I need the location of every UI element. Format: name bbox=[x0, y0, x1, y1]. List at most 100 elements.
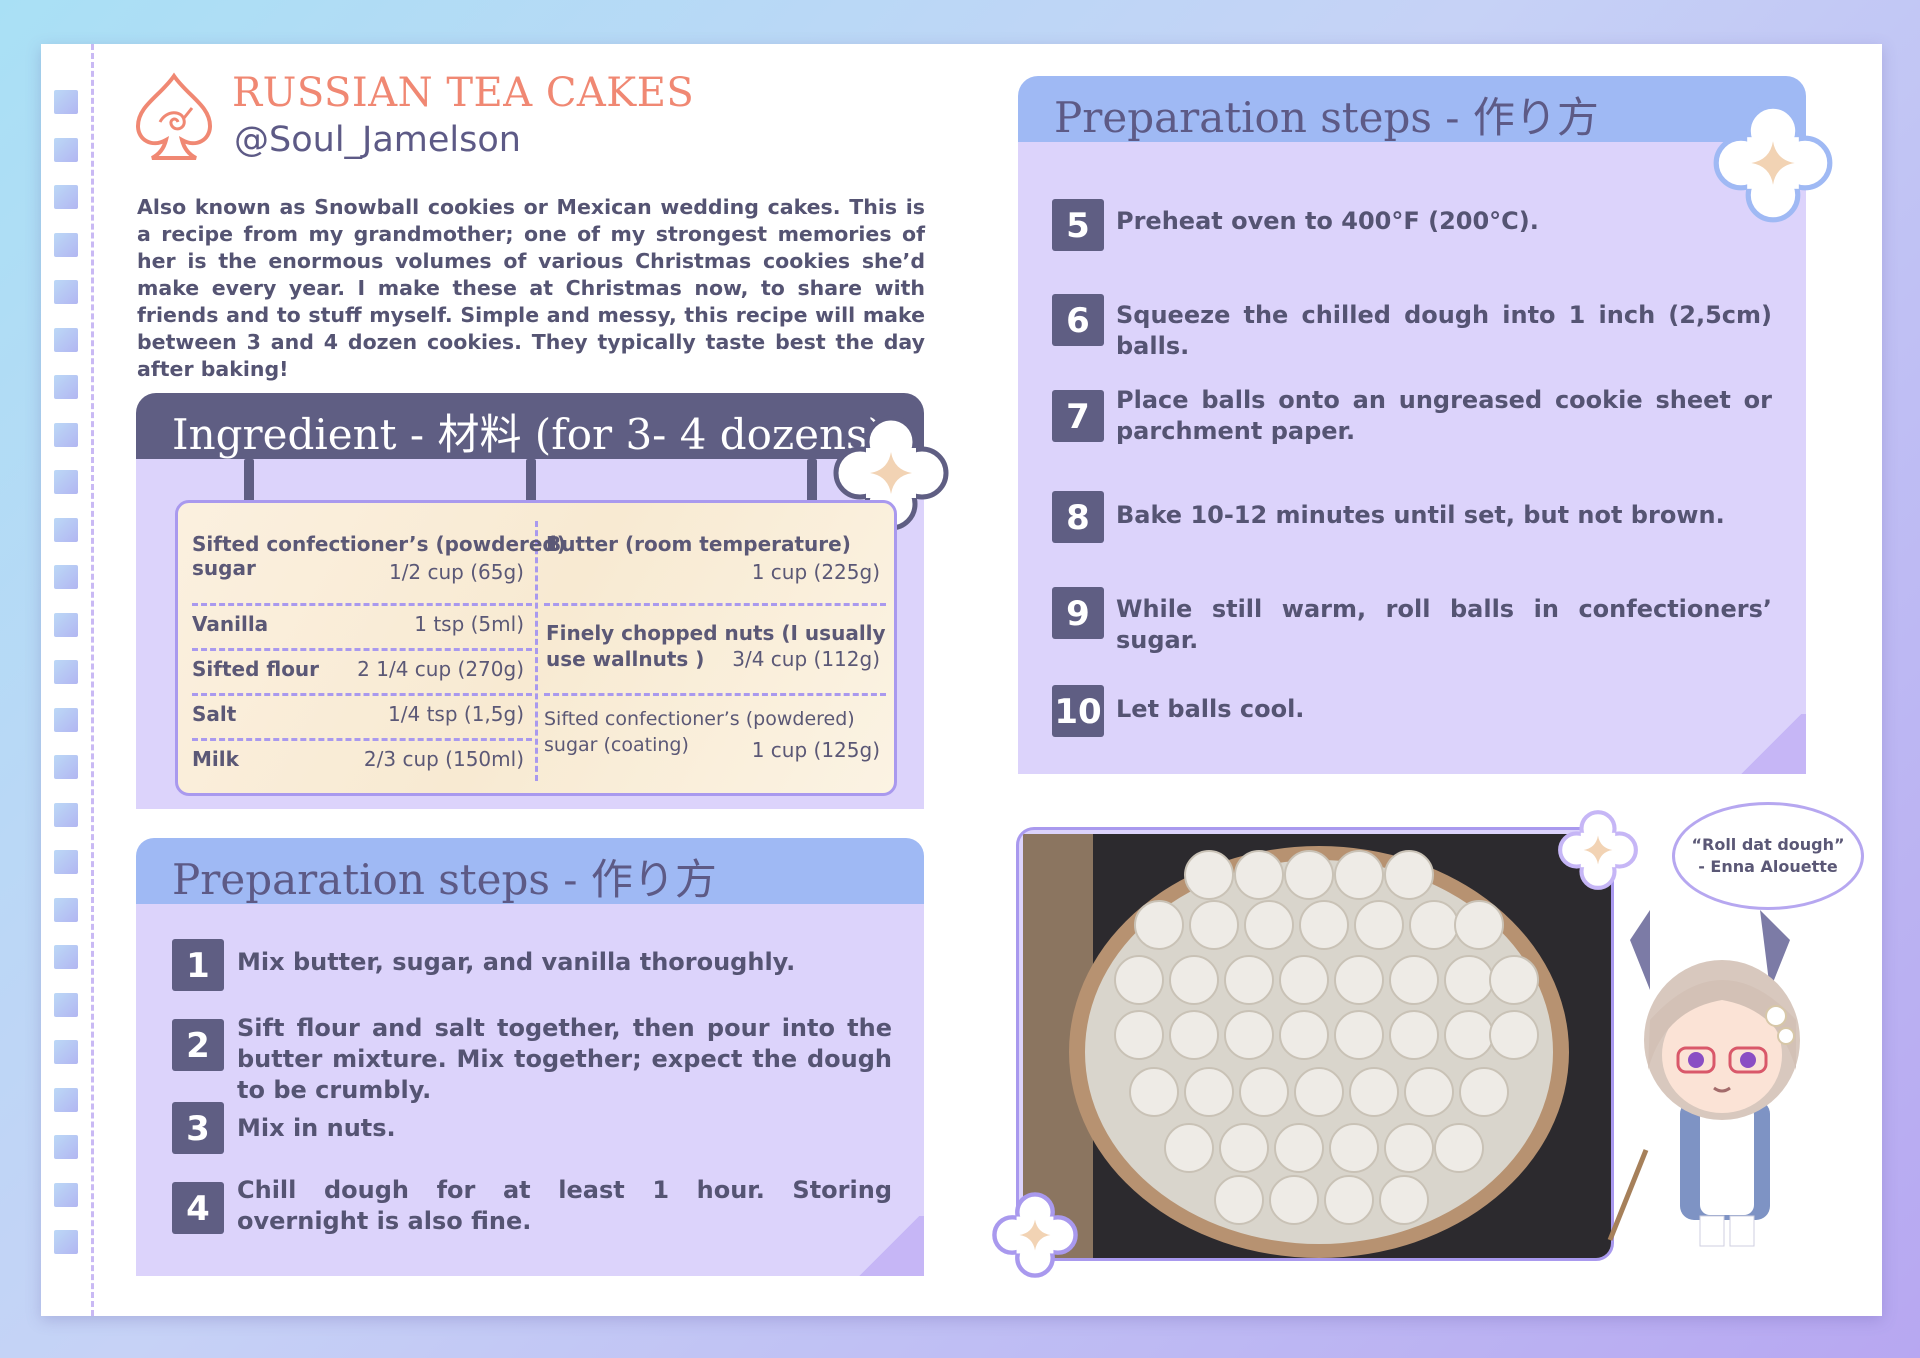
binding-hole bbox=[54, 280, 78, 304]
cookie-ball bbox=[1324, 1175, 1374, 1225]
cookie-ball bbox=[1129, 1067, 1179, 1117]
cookie-ball bbox=[1384, 850, 1434, 900]
ingredient-card: Sifted confectioner’s (powdered) sugar 1… bbox=[175, 500, 897, 796]
binding-hole bbox=[54, 185, 78, 209]
binding-hole bbox=[54, 1135, 78, 1159]
step-text: Let balls cool. bbox=[1116, 695, 1305, 723]
binding-hole bbox=[54, 470, 78, 494]
ingredient-name: Finely chopped nuts (I usually bbox=[546, 621, 886, 645]
ingredient-amount: 1 cup (225g) bbox=[751, 560, 880, 584]
step-number: 9 bbox=[1052, 587, 1104, 639]
binding-hole bbox=[54, 1230, 78, 1254]
cookie-ball bbox=[1334, 955, 1384, 1005]
ingredient-amount: 2 1/4 cup (270g) bbox=[357, 657, 524, 681]
binding-hole bbox=[54, 612, 78, 637]
ingredient-rule bbox=[192, 693, 532, 696]
step-number: 6 bbox=[1052, 294, 1104, 346]
cookie-ball bbox=[1184, 1067, 1234, 1117]
ingredient-amount: 1/2 cup (65g) bbox=[388, 560, 524, 584]
author-handle: @Soul_Jamelson bbox=[234, 120, 521, 160]
binding-hole bbox=[54, 565, 78, 589]
binding-hole bbox=[54, 375, 78, 399]
cookie-ball bbox=[1274, 1123, 1324, 1173]
cookie-ball bbox=[1114, 1010, 1164, 1060]
binding-hole bbox=[54, 897, 78, 922]
cookie-ball bbox=[1489, 955, 1539, 1005]
cookie-ball bbox=[1234, 850, 1284, 900]
recipe-title: RUSSIAN TEA CAKES bbox=[232, 70, 695, 116]
cookie-ball bbox=[1444, 955, 1494, 1005]
step-number: 2 bbox=[172, 1019, 224, 1071]
step-text: Mix in nuts. bbox=[237, 1114, 396, 1142]
cookie-ball bbox=[1189, 900, 1239, 950]
ingredient-name: sugar (coating) bbox=[544, 734, 689, 756]
bubble-attribution: - Enna Alouette bbox=[1698, 857, 1838, 876]
cookie-ball bbox=[1444, 1010, 1494, 1060]
step-text: Preheat oven to 400°F (200°C). bbox=[1116, 207, 1539, 235]
binding-hole bbox=[54, 1040, 78, 1064]
ingredient-rule bbox=[192, 738, 532, 741]
cookie-ball bbox=[1114, 955, 1164, 1005]
binding-hole bbox=[54, 422, 78, 447]
cookie-ball bbox=[1329, 1123, 1379, 1173]
cookie-ball bbox=[1434, 1123, 1484, 1173]
ingredient-rule bbox=[192, 603, 532, 606]
step-text: While still warm, roll balls in confecti… bbox=[1116, 595, 1772, 654]
binding-hole bbox=[54, 137, 78, 162]
flower-icon bbox=[992, 1192, 1078, 1278]
cookie-ball bbox=[1384, 1123, 1434, 1173]
ingredient-amount: 1 cup (125g) bbox=[751, 738, 880, 762]
cookie-ball bbox=[1294, 1067, 1344, 1117]
binding-hole bbox=[54, 232, 78, 257]
step-number: 7 bbox=[1052, 390, 1104, 442]
binding-hole bbox=[54, 1087, 78, 1112]
cookie-ball bbox=[1279, 1010, 1329, 1060]
intro-paragraph: Also known as Snowball cookies or Mexica… bbox=[137, 195, 925, 381]
ingredient-amount: 3/4 cup (112g) bbox=[732, 647, 880, 671]
cookie-ball bbox=[1389, 955, 1439, 1005]
cookie-ball bbox=[1389, 1010, 1439, 1060]
cookie-ball bbox=[1379, 1175, 1429, 1225]
binding-hole bbox=[54, 802, 78, 827]
cookie-ball bbox=[1164, 1123, 1214, 1173]
cookie-ball bbox=[1184, 850, 1234, 900]
ingredient-name: Sifted confectioner’s (powdered) bbox=[544, 708, 855, 730]
cookie-ball bbox=[1134, 900, 1184, 950]
cookie-ball bbox=[1224, 1010, 1274, 1060]
step-text: Squeeze the chilled dough into 1 inch (2… bbox=[1116, 301, 1772, 360]
cookie-ball bbox=[1349, 1067, 1399, 1117]
cookie-photo bbox=[1016, 827, 1614, 1261]
ingredient-name: Vanilla bbox=[192, 612, 269, 636]
cookie-ball bbox=[1214, 1175, 1264, 1225]
step-number: 5 bbox=[1052, 199, 1104, 251]
spade-logo-icon bbox=[135, 72, 213, 160]
cookie-ball bbox=[1409, 900, 1459, 950]
ingredient-name: Milk bbox=[192, 747, 239, 771]
speech-bubble: “Roll dat dough” - Enna Alouette bbox=[1672, 802, 1864, 910]
binding-hole bbox=[54, 517, 78, 542]
cookie-plate-image bbox=[1023, 834, 1611, 1258]
binding-hole bbox=[54, 90, 78, 114]
cookie-ball bbox=[1244, 900, 1294, 950]
ingredient-rule bbox=[544, 603, 886, 606]
cookie-ball bbox=[1299, 900, 1349, 950]
ingredient-divider bbox=[535, 521, 538, 781]
ingredient-name: use wallnuts ) bbox=[546, 647, 705, 671]
step-text: Place balls onto an ungreased cookie she… bbox=[1116, 386, 1772, 445]
step-text: Sift flour and salt together, then pour … bbox=[237, 1014, 892, 1104]
cookie-ball bbox=[1334, 850, 1384, 900]
ingredient-heading: Ingredient - 材料 (for 3- 4 dozens) bbox=[172, 410, 884, 459]
binding-hole bbox=[54, 755, 78, 779]
binding-hole bbox=[54, 327, 78, 352]
cookie-ball bbox=[1239, 1067, 1289, 1117]
ingredient-header: Ingredient - 材料 (for 3- 4 dozens) bbox=[136, 393, 924, 459]
step-number: 8 bbox=[1052, 491, 1104, 543]
bubble-quote: “Roll dat dough” bbox=[1691, 835, 1845, 854]
cookie-ball bbox=[1459, 1067, 1509, 1117]
cookie-ball bbox=[1269, 1175, 1319, 1225]
cookie-ball bbox=[1279, 955, 1329, 1005]
binding-hole bbox=[54, 945, 78, 969]
cookie-ball bbox=[1404, 1067, 1454, 1117]
ingredient-amount: 2/3 cup (150ml) bbox=[363, 747, 524, 771]
cookie-ball bbox=[1354, 900, 1404, 950]
